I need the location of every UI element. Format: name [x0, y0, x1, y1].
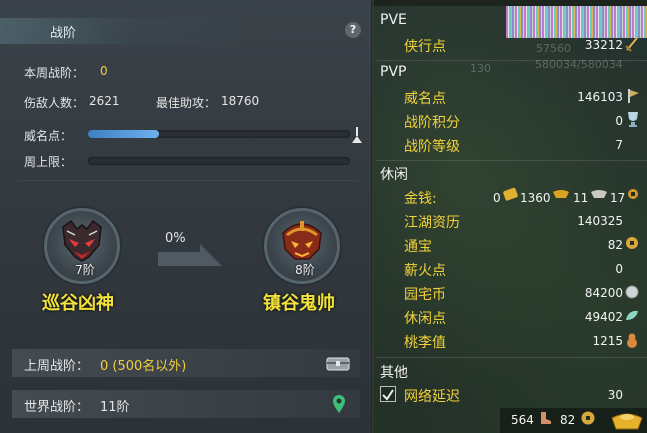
location-pin-icon[interactable] [332, 394, 346, 414]
money-value-1: 0 [493, 191, 501, 205]
chest-icon[interactable] [326, 355, 350, 371]
tongbao-coin-icon [626, 237, 638, 249]
value-jianghu-seniority: 140325 [577, 214, 623, 228]
last-week-value: 0 (500名以外) [100, 359, 187, 374]
label-home-coin: 园宅币 [404, 287, 446, 303]
boot-icon [541, 412, 551, 424]
section-header-pve: PVE [380, 12, 407, 28]
label-rank-level: 战阶等级 [404, 139, 460, 155]
weekly-rank-value: 0 [100, 64, 108, 78]
value-rank-score: 0 [615, 114, 623, 128]
label-tongbao: 通宝 [404, 239, 432, 255]
value-home-coin: 84200 [584, 286, 623, 300]
bottom-value-1: 564 [511, 413, 534, 427]
money-value-4: 17 [610, 191, 626, 205]
best-assist-label: 最佳助攻： [156, 96, 217, 110]
divider [18, 180, 358, 181]
cap-marker-icon [352, 127, 362, 143]
prestige-label: 威名点： [24, 129, 73, 143]
copper-coin-icon [628, 189, 638, 199]
current-rank-emblem: 7阶 [44, 208, 120, 284]
weekly-cap-bar [88, 157, 350, 165]
value-rank-level: 7 [615, 138, 623, 152]
value-leisure-points: 49402 [584, 310, 623, 324]
next-rank-level: 8阶 [295, 263, 315, 277]
section-header-leisure: 休闲 [380, 167, 408, 183]
current-rank-name: 巡谷凶神 [42, 293, 114, 314]
weekly-rank-label: 本周战阶： [24, 66, 85, 80]
leaf-icon [626, 310, 638, 320]
best-assist-value: 18760 [221, 94, 260, 108]
section-divider [376, 60, 647, 61]
value-xiaxing-points: 33212 [584, 38, 623, 52]
trophy-icon [628, 112, 638, 127]
world-rank-value: 11阶 [100, 400, 130, 415]
arrow-right-icon [158, 244, 222, 266]
home-coin-icon [625, 285, 639, 299]
flag-icon [628, 89, 639, 103]
label-taoli-value: 桃李值 [404, 335, 446, 351]
coin-icon [581, 411, 595, 425]
label-xinhuo-points: 薪火点 [404, 263, 446, 279]
network-latency-checkbox[interactable] [380, 386, 396, 402]
value-taoli-value: 1215 [592, 334, 623, 348]
section-divider [376, 357, 647, 358]
label-prestige-points: 威名点 [404, 91, 446, 107]
section-header-other: 其他 [380, 365, 408, 381]
last-week-label: 上周战阶： [24, 359, 90, 374]
next-rank-name: 镇谷鬼帅 [263, 293, 335, 314]
kills-label: 伤敌人数： [24, 96, 85, 110]
value-xinhuo-points: 0 [615, 262, 623, 276]
ghost-general-helmet-icon [282, 221, 322, 260]
rank-panel: 战阶 ? 本周战阶： 0 伤敌人数： 2621 最佳助攻： 18760 威名点：… [0, 0, 372, 433]
weekly-cap-label: 周上限： [24, 155, 73, 169]
current-rank-level: 7阶 [75, 263, 95, 277]
last-week-rank-row: 上周战阶： 0 (500名以外) [12, 349, 360, 377]
label-rank-score: 战阶积分 [404, 115, 460, 131]
label-leisure-points: 休闲点 [404, 311, 446, 327]
background-status-strip [506, 6, 647, 38]
prestige-progress-fill [88, 130, 159, 138]
label-money: 金钱: [404, 191, 437, 207]
panel-title: 战阶 [50, 26, 77, 41]
silver-ingot-icon [591, 190, 607, 198]
gold-bar-icon [503, 187, 518, 201]
money-value-2: 1360 [520, 191, 551, 205]
bottom-value-2: 82 [560, 413, 576, 427]
sword-icon [625, 37, 638, 52]
checkmark-icon [382, 389, 394, 401]
world-rank-label: 世界战阶： [24, 400, 90, 415]
label-network-latency: 网络延迟 [404, 389, 460, 405]
gourd-icon [627, 333, 637, 348]
value-network-latency: 30 [607, 388, 623, 402]
money-value-3: 11 [573, 191, 589, 205]
demon-mask-icon [62, 219, 102, 262]
section-header-pvp: PVP [380, 64, 407, 80]
next-rank-emblem: 8阶 [264, 208, 340, 284]
panel-header: 战阶 ? [0, 18, 372, 44]
value-tongbao: 82 [607, 238, 623, 252]
gold-ingot-shop-icon[interactable] [610, 408, 644, 432]
value-prestige-points: 146103 [577, 90, 623, 104]
kills-value: 2621 [89, 94, 120, 108]
gold-ingot-icon [553, 190, 569, 198]
label-xiaxing-points: 侠行点 [404, 39, 446, 55]
prestige-progress-bar [88, 130, 350, 138]
label-jianghu-seniority: 江湖资历 [404, 215, 460, 231]
background-text: 57560 [536, 42, 571, 55]
help-button[interactable]: ? [345, 22, 361, 38]
section-divider [376, 160, 647, 161]
world-rank-row: 世界战阶： 11阶 [12, 390, 360, 418]
background-text: 130 [470, 62, 491, 75]
